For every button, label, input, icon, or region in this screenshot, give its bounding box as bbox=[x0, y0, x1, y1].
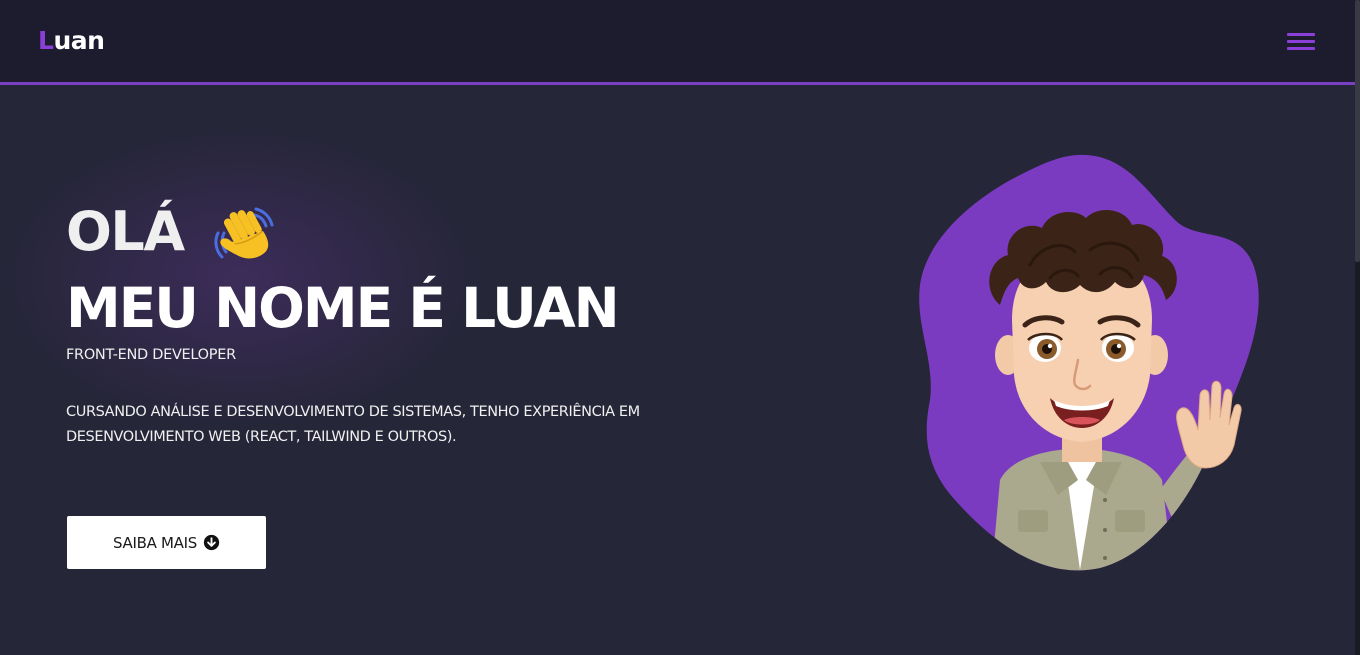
arrow-circle-down-icon bbox=[203, 534, 220, 551]
logo-text: uan bbox=[53, 26, 105, 55]
waving-hand-icon bbox=[214, 207, 274, 259]
hamburger-menu-icon[interactable] bbox=[1285, 29, 1317, 55]
hero-greeting: OLÁ bbox=[66, 200, 185, 263]
hero-role: FRONT-END DEVELOPER bbox=[66, 347, 236, 363]
hero-title: MEU NOME É LUAN bbox=[66, 276, 620, 340]
menu-bar-middle bbox=[1287, 40, 1315, 43]
menu-bar-bottom bbox=[1287, 47, 1315, 50]
menu-bar-top bbox=[1287, 33, 1315, 36]
site-header: Luan bbox=[0, 0, 1355, 85]
site-logo[interactable]: Luan bbox=[38, 24, 105, 58]
saiba-mais-label: SAIBA MAIS bbox=[113, 533, 197, 552]
logo-accent-letter: L bbox=[38, 26, 54, 55]
hero-description: CURSANDO ANÁLISE E DESENVOLVIMENTO DE SI… bbox=[66, 404, 640, 445]
avatar-illustration bbox=[919, 154, 1259, 571]
saiba-mais-button[interactable]: SAIBA MAIS bbox=[67, 516, 266, 569]
scrollbar-thumb[interactable] bbox=[1355, 0, 1360, 262]
